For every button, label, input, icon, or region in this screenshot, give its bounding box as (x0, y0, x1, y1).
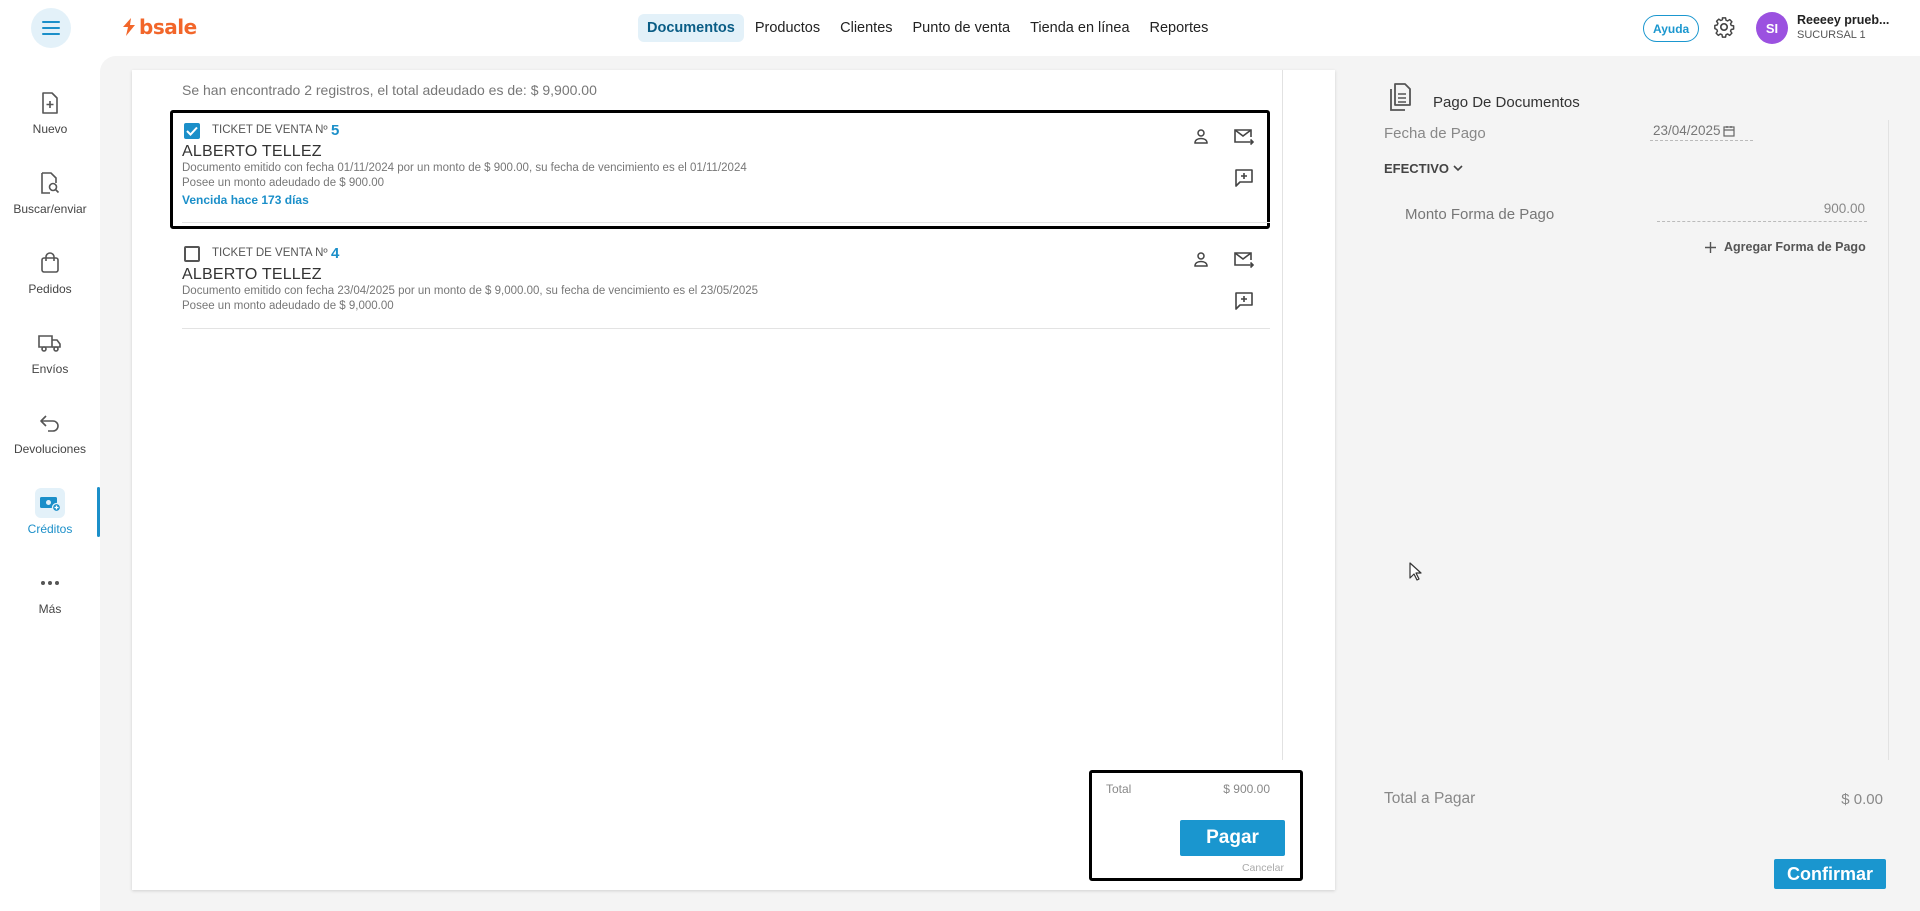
top-bar: bsale Documentos Productos Clientes Punt… (0, 0, 1920, 56)
payment-date-value: 23/04/2025 (1653, 123, 1721, 138)
document-checkbox[interactable] (184, 123, 200, 139)
email-forward-icon[interactable] (1233, 251, 1255, 269)
document-type: TICKET DE VENTA Nº (212, 247, 328, 259)
return-arrow-icon (35, 408, 65, 438)
sidebar-item-creditos[interactable]: Créditos (0, 488, 100, 558)
help-button[interactable]: Ayuda (1643, 15, 1700, 42)
sidebar-item-label: Créditos (27, 522, 73, 536)
payment-method-value: EFECTIVO (1384, 161, 1450, 176)
plus-icon (1705, 241, 1716, 253)
payment-date-field[interactable]: 23/04/2025 (1650, 121, 1753, 141)
document-checkbox[interactable] (184, 246, 200, 262)
document-type: TICKET DE VENTA Nº (212, 124, 328, 136)
total-value: $ 900.00 (1223, 782, 1270, 796)
email-forward-icon[interactable] (1233, 128, 1255, 146)
brand-logo[interactable]: bsale (122, 15, 197, 39)
add-comment-icon[interactable] (1234, 291, 1254, 311)
total-label: Total (1106, 782, 1132, 796)
brand-name: bsale (139, 15, 197, 39)
payment-amount-input[interactable]: 900.00 (1657, 201, 1867, 222)
more-dots-icon (35, 568, 65, 598)
sidebar-item-label: Devoluciones (13, 442, 87, 456)
total-to-pay-label: Total a Pagar (1384, 790, 1476, 807)
sidebar-item-label: Envíos (31, 362, 69, 376)
nav-punto-de-venta[interactable]: Punto de venta (904, 14, 1020, 42)
panel-scrollbar-line (1888, 120, 1889, 760)
totals-box: Total $ 900.00 Pagar Cancelar (1089, 770, 1303, 881)
nav-productos[interactable]: Productos (746, 14, 829, 42)
bolt-logo-icon (123, 18, 135, 36)
truck-icon (35, 328, 65, 358)
calendar-icon[interactable] (1722, 125, 1735, 137)
row-divider (182, 222, 1270, 223)
sidebar-item-label: Pedidos (28, 282, 72, 296)
checkmark-icon (186, 126, 198, 136)
branch-name: SUCURSAL 1 (1797, 29, 1866, 41)
row-divider (182, 328, 1270, 329)
document-owed: Posee un monto adeudado de $ 900.00 (182, 177, 385, 189)
sidebar-item-label: Buscar/enviar (13, 202, 87, 216)
nav-tienda-en-linea[interactable]: Tienda en línea (1021, 14, 1138, 42)
new-document-icon (35, 88, 65, 118)
hamburger-icon (42, 21, 60, 35)
sidebar-item-pedidos[interactable]: Pedidos (0, 248, 100, 318)
nav-documentos[interactable]: Documentos (638, 14, 744, 42)
search-document-icon (35, 168, 65, 198)
mouse-cursor-icon (1409, 562, 1422, 581)
sidebar-item-label: Más (38, 602, 62, 616)
hamburger-menu-button[interactable] (31, 8, 71, 48)
document-number[interactable]: 5 (331, 122, 339, 139)
sidebar-item-mas[interactable]: Más (0, 568, 100, 638)
payment-method-dropdown[interactable]: EFECTIVO (1384, 161, 1463, 176)
payment-date-label: Fecha de Pago (1384, 125, 1486, 142)
document-detail: Documento emitido con fecha 23/04/2025 p… (182, 285, 759, 297)
documents-icon (1390, 83, 1411, 111)
pay-button[interactable]: Pagar (1180, 820, 1285, 856)
nav-reportes[interactable]: Reportes (1141, 14, 1218, 42)
user-name[interactable]: Reeeey prueb... (1797, 13, 1889, 27)
records-summary: Se han encontrado 2 registros, el total … (182, 82, 597, 98)
credit-cash-icon (35, 488, 65, 518)
document-owed: Posee un monto adeudado de $ 9,000.00 (182, 300, 394, 312)
add-payment-method-button[interactable]: Agregar Forma de Pago (1705, 240, 1866, 254)
overdue-label: Vencida hace 173 días (182, 193, 309, 207)
add-comment-icon[interactable] (1234, 168, 1254, 188)
person-icon[interactable] (1193, 251, 1209, 267)
client-name: ALBERTO TELLEZ (182, 266, 322, 283)
payment-title: Pago De Documentos (1433, 94, 1580, 111)
main-nav: Documentos Productos Clientes Punto de v… (638, 14, 1217, 42)
confirm-button[interactable]: Confirmar (1774, 859, 1886, 889)
sidebar-item-devoluciones[interactable]: Devoluciones (0, 408, 100, 478)
document-detail: Documento emitido con fecha 01/11/2024 p… (182, 162, 747, 174)
sidebar: Nuevo Buscar/enviar Pedidos Envíos Devol… (0, 56, 100, 911)
sidebar-item-buscar-enviar[interactable]: Buscar/enviar (0, 168, 100, 238)
total-to-pay-value: $ 0.00 (1841, 791, 1883, 808)
nav-clientes[interactable]: Clientes (831, 14, 901, 42)
cancel-link[interactable]: Cancelar (1242, 862, 1284, 874)
add-payment-method-label: Agregar Forma de Pago (1724, 240, 1866, 254)
panel-divider (1282, 70, 1283, 760)
sidebar-item-nuevo[interactable]: Nuevo (0, 88, 100, 158)
sidebar-item-label: Nuevo (32, 122, 68, 136)
shopping-bag-icon (35, 248, 65, 278)
document-number[interactable]: 4 (331, 245, 339, 262)
sidebar-item-envios[interactable]: Envíos (0, 328, 100, 398)
gear-icon[interactable] (1713, 16, 1735, 38)
avatar[interactable]: SI (1756, 12, 1788, 44)
payment-amount-label: Monto Forma de Pago (1405, 206, 1555, 223)
chevron-down-icon (1453, 165, 1463, 172)
client-name: ALBERTO TELLEZ (182, 143, 322, 160)
person-icon[interactable] (1193, 128, 1209, 144)
